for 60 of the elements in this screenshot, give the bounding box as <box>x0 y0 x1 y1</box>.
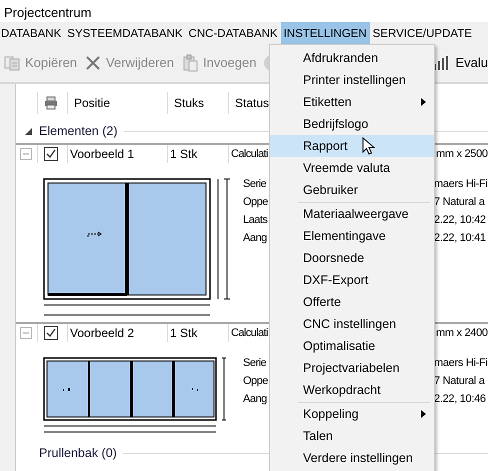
menu-item[interactable]: Gebruiker <box>270 179 434 201</box>
detail-value: maers Hi-Fi <box>434 177 488 191</box>
menu-item[interactable]: Talen <box>270 425 434 447</box>
menu-item[interactable]: Doorsnede <box>270 247 434 269</box>
menu-item[interactable]: Offerte <box>270 291 434 313</box>
menu-bar-item[interactable]: CNC-DATABANK <box>186 22 281 44</box>
column-header[interactable]: Positie <box>67 92 167 114</box>
printer-icon <box>44 96 58 110</box>
menu-item[interactable]: CNC instellingen <box>270 313 434 335</box>
collapse-icon[interactable] <box>20 327 32 339</box>
menu-item[interactable]: Afdrukranden <box>270 47 434 69</box>
menu-item[interactable]: Etiketten <box>270 91 434 113</box>
group-title: Prullenbak (0) <box>39 444 117 462</box>
table-cell: 1 Stk <box>167 145 228 163</box>
menu-bar-item[interactable]: DATABANK <box>0 22 64 44</box>
collapse-icon[interactable] <box>20 148 32 160</box>
menu-item[interactable]: Werkopdracht <box>270 379 434 401</box>
menu-item[interactable]: Vreemde valuta <box>270 157 434 179</box>
cross-icon <box>84 54 102 72</box>
table-cell: 1 Stk <box>167 324 228 342</box>
menu-bar-item[interactable]: INSTELLINGEN <box>280 22 370 44</box>
table-cell-text: mm x 2500 <box>436 146 488 162</box>
detail-label: Oppe <box>243 195 268 209</box>
menu-item[interactable]: Bedrijfslogo <box>270 113 434 135</box>
group-title: Elementen (2) <box>39 122 118 140</box>
detail-value: 7 Natural a <box>434 195 486 209</box>
detail-label: Laats <box>243 213 268 227</box>
toolbar-button[interactable]: Evalu <box>433 53 488 73</box>
menu-item[interactable]: Printer instellingen <box>270 69 434 91</box>
copy-icon <box>3 54 21 72</box>
mouse-pointer-icon <box>362 137 376 156</box>
window-title: Projectcentrum <box>3 4 92 22</box>
menu-item[interactable]: Rapport <box>270 135 434 157</box>
detail-value: 7 Natural a <box>434 374 486 388</box>
detail-value: 2.22, 10:41 <box>434 231 487 245</box>
detail-label: Oppe <box>243 374 268 388</box>
checkbox[interactable] <box>44 326 58 340</box>
menu-bar-item[interactable]: SERVICE/UPDATE <box>370 22 475 44</box>
menu-item[interactable]: Koppeling <box>270 403 434 425</box>
menu-item[interactable]: Elementingave <box>270 225 434 247</box>
detail-label: Aang <box>243 392 268 406</box>
detail-value: maers Hi-Fi <box>434 356 488 370</box>
checkbox[interactable] <box>44 147 58 161</box>
detail-label: Serie <box>243 356 268 370</box>
menu-item[interactable]: Materiaalweergave <box>270 203 434 225</box>
clipboard-icon <box>180 54 199 72</box>
detail-label: Aang <box>243 231 268 245</box>
menu-item[interactable]: Projectvariabelen <box>270 357 434 379</box>
detail-label: Serie <box>243 177 268 191</box>
table-cell: Voorbeeld 1 <box>67 145 167 163</box>
table-cell-text: mm x 2400 <box>436 326 488 341</box>
menu-item[interactable]: DXF-Export <box>270 269 434 291</box>
detail-value: 2.22, 10:42 <box>434 213 487 227</box>
collapse-triangle-icon[interactable] <box>24 126 33 136</box>
table-cell: Voorbeeld 2 <box>67 324 167 342</box>
menu-bar-item[interactable]: SYSTEEMDATABANK <box>64 22 186 44</box>
column-header[interactable]: Stuks <box>167 92 228 114</box>
menu-item[interactable]: Verdere instellingen <box>270 447 434 469</box>
detail-value: 2.22, 10:46 <box>434 392 487 406</box>
menu-item[interactable]: Optimalisatie <box>270 335 434 357</box>
